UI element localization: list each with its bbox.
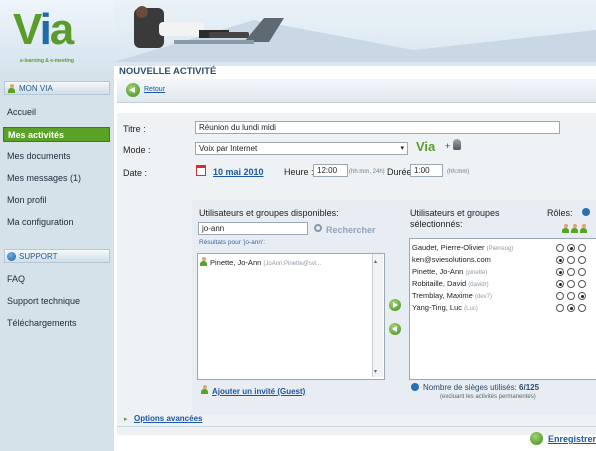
role-radio[interactable] bbox=[567, 304, 575, 312]
sidebar: MON VIA Accueil Mes activités Mes docume… bbox=[0, 70, 114, 451]
role-radio[interactable] bbox=[578, 292, 586, 300]
role-radio[interactable] bbox=[556, 304, 564, 312]
role-radio[interactable] bbox=[578, 244, 586, 252]
add-guest-icon[interactable] bbox=[201, 385, 208, 394]
search-button[interactable]: Rechercher bbox=[326, 225, 376, 235]
date-label: Date : bbox=[123, 168, 148, 178]
selected-row[interactable]: Yang-Ting, Luc (Luc) bbox=[412, 303, 478, 312]
sidebar-item-mon-profil[interactable]: Mon profil bbox=[7, 195, 47, 205]
via-mode-logo: Via bbox=[416, 139, 436, 154]
role-radio[interactable] bbox=[567, 292, 575, 300]
help-icon bbox=[7, 252, 16, 261]
title-input[interactable]: Réunion du lundi midi bbox=[195, 121, 560, 134]
date-link[interactable]: 10 mai 2010 bbox=[213, 167, 264, 177]
available-scrollbar[interactable] bbox=[372, 254, 383, 377]
section-support: SUPPORT bbox=[4, 249, 110, 263]
scroll-down-icon[interactable]: ▾ bbox=[374, 368, 377, 375]
sidebar-item-accueil[interactable]: Accueil bbox=[7, 107, 36, 117]
heure-label: Heure : bbox=[284, 167, 314, 177]
selected-row[interactable]: Gaudet, Pierre-Olivier (Pierreog) bbox=[412, 243, 513, 252]
seats-used: Nombre de sièges utilisés: 6/125 bbox=[423, 383, 540, 392]
section-mon-via: MON VIA bbox=[4, 81, 110, 95]
role-radio[interactable] bbox=[567, 244, 575, 252]
selected-heading: Utilisateurs et groupes sélectionnés: bbox=[410, 208, 500, 229]
chevron-down-icon: ▾ bbox=[400, 145, 404, 152]
heure-hint: (hh:mm, 24h) bbox=[349, 169, 385, 175]
header-banner-image bbox=[114, 6, 596, 62]
microphone-icon bbox=[453, 139, 461, 150]
info-icon bbox=[411, 383, 419, 391]
remove-from-selection-arrow-icon[interactable] bbox=[389, 323, 401, 335]
page-title: NOUVELLE ACTIVITÉ bbox=[119, 66, 217, 77]
sidebar-item-ma-configuration[interactable]: Ma configuration bbox=[7, 217, 74, 227]
sidebar-item-faq[interactable]: FAQ bbox=[7, 274, 25, 284]
role-radio[interactable] bbox=[567, 256, 575, 264]
sidebar-item-mes-activites[interactable]: Mes activités bbox=[3, 127, 110, 142]
list-item[interactable]: Pinette, Jo-Ann (JoAnn.Pinette@svi... bbox=[210, 258, 321, 267]
duree-input[interactable]: 1:00 bbox=[410, 164, 443, 177]
expand-triangle-icon[interactable]: ▸ bbox=[124, 415, 128, 423]
role-radio[interactable] bbox=[578, 304, 586, 312]
role-radio[interactable] bbox=[556, 292, 564, 300]
roles-label: Rôles: bbox=[547, 208, 573, 218]
selected-row[interactable]: Robitaille, David (davidr) bbox=[412, 279, 489, 288]
sidebar-item-telechargements[interactable]: Téléchargements bbox=[7, 318, 77, 328]
role-moderator-icon bbox=[562, 224, 569, 233]
mode-select[interactable]: Voix par Internet ▾ bbox=[195, 142, 408, 155]
heure-input[interactable]: 12:00 bbox=[313, 164, 348, 177]
sidebar-item-mes-messages[interactable]: Mes messages (1) bbox=[7, 173, 81, 183]
available-list[interactable] bbox=[197, 253, 385, 380]
save-button[interactable]: Enregistrer bbox=[548, 434, 596, 444]
role-radio[interactable] bbox=[578, 268, 586, 276]
add-guest-link[interactable]: Ajouter un invité (Guest) bbox=[212, 387, 305, 396]
selected-row[interactable]: Tremblay, Maxime (dev7) bbox=[412, 291, 492, 300]
available-heading: Utilisateurs et groupes disponibles: bbox=[199, 208, 339, 218]
user-icon bbox=[200, 257, 207, 266]
role-radio[interactable] bbox=[578, 280, 586, 288]
search-icon[interactable] bbox=[314, 224, 322, 232]
role-radio[interactable] bbox=[556, 268, 564, 276]
seats-note: (excluant les activités permanentes) bbox=[440, 394, 536, 400]
role-radio[interactable] bbox=[567, 280, 575, 288]
results-label: Résultats pour 'jo-ann': bbox=[199, 239, 266, 246]
calendar-icon[interactable] bbox=[196, 165, 206, 176]
role-presenter-icon bbox=[571, 224, 578, 233]
plus-sign: + bbox=[445, 141, 451, 151]
mode-label: Mode : bbox=[123, 145, 151, 155]
logo-tagline: e-learning & e-meeting bbox=[20, 58, 74, 64]
add-to-selection-arrow-icon[interactable] bbox=[389, 299, 401, 311]
user-icon bbox=[8, 84, 15, 93]
user-search-input[interactable]: jo-ann bbox=[198, 222, 308, 235]
role-radio[interactable] bbox=[556, 280, 564, 288]
action-bar bbox=[117, 79, 596, 103]
role-radio[interactable] bbox=[556, 244, 564, 252]
role-participant-icon bbox=[580, 224, 587, 233]
advanced-options-link[interactable]: Options avancées bbox=[134, 414, 202, 423]
back-link[interactable]: Retour bbox=[144, 86, 165, 93]
via-logo[interactable]: Via bbox=[13, 8, 74, 52]
selected-row[interactable]: Pinette, Jo-Ann (pinette) bbox=[412, 267, 487, 276]
title-label: Titre : bbox=[123, 124, 146, 134]
scroll-up-icon[interactable]: ▴ bbox=[374, 258, 377, 265]
divider bbox=[117, 426, 596, 427]
duree-hint: (hh:mm) bbox=[447, 169, 470, 175]
back-arrow-icon[interactable] bbox=[126, 83, 140, 97]
save-check-icon[interactable] bbox=[530, 432, 543, 445]
selected-row[interactable]: ken@sviesolutions.com bbox=[412, 255, 491, 264]
role-radio[interactable] bbox=[578, 256, 586, 264]
role-radio[interactable] bbox=[556, 256, 564, 264]
sidebar-item-mes-documents[interactable]: Mes documents bbox=[7, 151, 71, 161]
help-icon[interactable] bbox=[582, 208, 590, 216]
role-radio[interactable] bbox=[567, 268, 575, 276]
sidebar-item-support-technique[interactable]: Support technique bbox=[7, 296, 80, 306]
logo-area: Via e-learning & e-meeting bbox=[0, 0, 114, 70]
